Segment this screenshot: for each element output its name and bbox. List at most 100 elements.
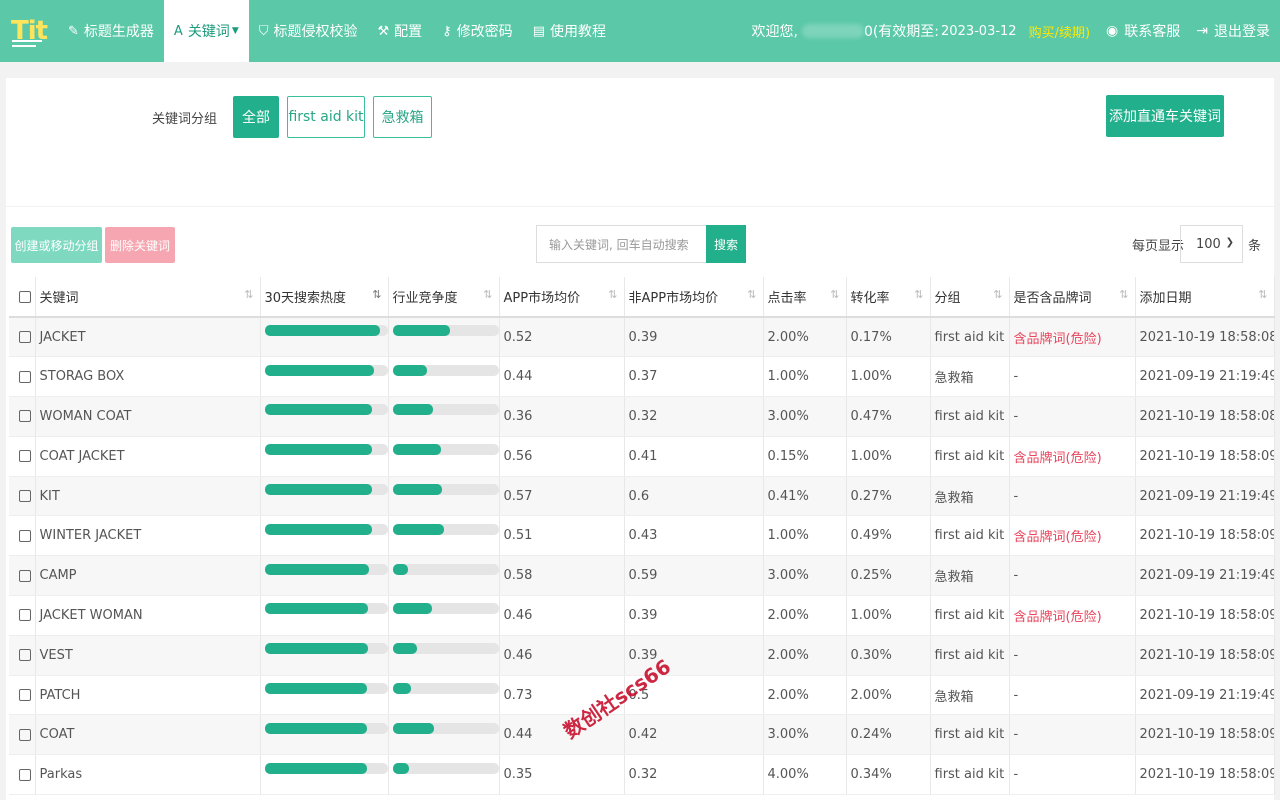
logo[interactable]: Tit [0,0,58,62]
table-row[interactable]: WOMAN COAT 0.36 0.32 3.00% 0.47% first aid ki… [9,396,1275,437]
column-header[interactable]: 分组 ⇅ [930,277,1010,318]
search-button[interactable]: 搜索 [706,225,746,263]
heat-bar-fill [264,603,368,615]
heat-bar-fill [264,762,367,774]
cvr-cell: 0.24% [846,714,931,756]
heat-bar-fill [264,325,381,337]
competition-bar-fill [392,484,443,496]
sort-icon[interactable]: ⇅ [830,288,839,301]
row-checkbox[interactable] [19,410,31,423]
ctr-cell: 3.00% [763,396,847,437]
app-price-cell: 0.52 [499,317,625,358]
table-row[interactable]: JACKET WOMAN 0.46 0.39 2.00% 1.00% first aid … [9,595,1275,636]
sort-icon[interactable]: ⇅ [1119,288,1128,301]
column-header[interactable]: 30天搜索热度 ⇅ [260,277,389,318]
row-checkbox[interactable] [19,450,31,463]
row-select-cell [9,595,36,636]
row-checkbox[interactable] [19,569,31,582]
sort-icon[interactable]: ⇅ [993,288,1002,301]
table-row[interactable]: Parkas 0.35 0.32 4.00% 0.34% first aid kit -20… [9,754,1275,796]
sort-icon[interactable]: ⇅ [914,288,923,301]
create-move-group-button[interactable]: 创建或移动分组 [11,227,102,263]
column-header[interactable]: 点击率 ⇅ [763,277,847,318]
nav-item-label: 修改密码 [456,24,513,40]
user-area: 欢迎您, 0(有效期至: 2023-03-12 购买/续期) ◉ 联系客服 ⇥ … [751,0,1280,62]
row-checkbox[interactable] [19,728,31,741]
row-checkbox[interactable] [19,649,31,662]
column-header[interactable]: 行业竞争度 ⇅ [388,277,500,318]
heat-bar-fill [264,364,374,376]
sort-icon[interactable]: ⇅ [747,288,756,301]
competition-bar-fill [392,404,433,416]
app-price-cell: 0.46 [499,635,625,676]
column-header[interactable]: 关键词 ⇅ [35,277,261,318]
nav-item-4[interactable]: ⚷ 修改密码 [432,0,523,62]
group-button-first-aid-kit[interactable]: first aid kit [287,96,365,138]
table-row[interactable]: KIT 0.57 0.6 0.41% 0.27% 急救箱 -2021-09-19 21:19… [9,476,1275,517]
key-icon: ⚷ [442,23,452,39]
table-row[interactable]: COAT 0.44 0.42 3.00% 0.24% first aid kit -2021… [9,714,1275,756]
user-circle-icon: ◉ [1106,23,1119,39]
sort-icon[interactable]: ⇅ [1258,288,1267,301]
row-checkbox[interactable] [19,609,31,622]
column-header[interactable]: 转化率 ⇅ [846,277,931,318]
nav-item-2[interactable]: ⛉ 标题侵权校验 [249,0,368,62]
brand-cell: - [1009,555,1136,597]
logo-line [12,45,36,47]
competition-cell [388,476,500,517]
cvr-cell: 0.47% [846,396,931,437]
competition-bar-fill [392,683,411,695]
sort-icon[interactable]: ⇅ [483,288,492,301]
competition-bar-fill [392,762,410,774]
heat-cell [260,396,389,437]
table-row[interactable]: COAT JACKET 0.56 0.41 0.15% 1.00% first aid k… [9,436,1275,477]
keyword-search-input[interactable]: 输入关键词, 回车自动搜索 [536,225,707,263]
table-row[interactable]: STORAG BOX 0.44 0.37 1.00% 1.00% 急救箱 -2021-09-… [9,356,1275,398]
nav-item-3[interactable]: ⚒ 配置 [368,0,433,62]
row-checkbox[interactable] [19,689,31,702]
row-checkbox[interactable] [19,331,31,344]
table-header-row: 关键词 ⇅ 30天搜索热度 ⇅ 行业竞争度 ⇅ APP市场均价 ⇅ 非APP市场均价 ⇅ … [9,277,1275,318]
brand-cell: - [1009,396,1136,437]
keyword-table: 关键词 ⇅ 30天搜索热度 ⇅ 行业竞争度 ⇅ APP市场均价 ⇅ 非APP市场均价 ⇅ … [9,277,1275,796]
buy-renew-link[interactable]: 购买/续期) [1029,22,1090,41]
nav-item-1[interactable]: A 关键词 ▼ [163,0,249,62]
row-checkbox[interactable] [19,529,31,542]
delete-keyword-button[interactable]: 删除关键词 [105,227,175,263]
sort-icon[interactable]: ⇅ [608,288,617,301]
ctr-cell: 2.00% [763,595,847,636]
column-header[interactable]: APP市场均价 ⇅ [499,277,625,318]
heat-cell [260,356,389,398]
column-header[interactable]: 添加日期 ⇅ [1135,277,1275,318]
non-app-price-cell: 0.6 [624,476,764,517]
competition-cell [388,555,500,597]
contact-support-link[interactable]: ◉ 联系客服 [1106,21,1180,41]
group-cell: first aid kit [930,436,1010,477]
magic-wand-icon: ✎ [68,23,79,39]
select-all-checkbox[interactable] [19,290,31,303]
page-size-select[interactable]: 100 ❯ [1180,225,1243,263]
competition-cell [388,515,500,557]
column-header[interactable]: 是否含品牌词 ⇅ [1009,277,1136,318]
table-row[interactable]: WINTER JACKET 0.51 0.43 1.00% 0.49% first aid… [9,515,1275,557]
row-checkbox[interactable] [19,490,31,503]
group-button-first-aid-box[interactable]: 急救箱 [373,96,432,138]
logout-link[interactable]: ⇥ 退出登录 [1196,21,1270,41]
row-checkbox[interactable] [19,768,31,781]
heat-bar-fill [264,484,372,496]
row-checkbox[interactable] [19,370,31,383]
sort-icon[interactable]: ⇅ [244,288,253,301]
nav-item-0[interactable]: ✎ 标题生成器 [58,0,164,62]
group-button-all[interactable]: 全部 [233,96,279,138]
date-cell: 2021-10-19 18:58:09 [1135,635,1275,676]
table-row[interactable]: CAMP 0.58 0.59 3.00% 0.25% 急救箱 -2021-09-19 21:… [9,555,1275,597]
column-header[interactable]: 非APP市场均价 ⇅ [624,277,764,318]
nav-item-5[interactable]: ▤ 使用教程 [523,0,616,62]
competition-cell [388,396,500,437]
heat-bar [264,364,387,376]
heat-bar [264,325,387,337]
competition-bar [392,364,498,376]
sort-desc-icon[interactable]: ⇅ [372,288,381,301]
add-keyword-button[interactable]: 添加直通车关键词 [1106,95,1224,137]
table-row[interactable]: JACKET 0.52 0.39 2.00% 0.17% first aid kit 含品牌… [9,317,1275,358]
